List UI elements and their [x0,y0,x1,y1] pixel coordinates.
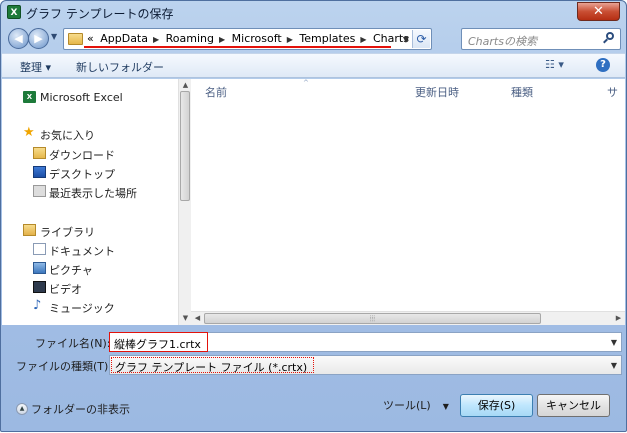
nav-item-videos[interactable]: ビデオ [2,279,178,297]
nav-item-label: ドキュメント [49,245,115,258]
save-chart-template-dialog: X グラフ テンプレートの保存 ✕ ◀ ▶ ▼ « AppData ▶ Roami… [0,0,627,432]
breadcrumb-roaming[interactable]: Roaming [166,32,214,45]
library-icon [23,224,36,236]
nav-item-label: ダウンロード [49,149,115,162]
navigation-bar: ◀ ▶ ▼ « AppData ▶ Roaming ▶ Microsoft ▶ Tem… [1,25,626,53]
address-bar[interactable]: « AppData ▶ Roaming ▶ Microsoft ▶ Templates… [63,28,432,50]
nav-item-microsoft-excel[interactable]: X Microsoft Excel [2,89,178,107]
breadcrumb-templates[interactable]: Templates [299,32,355,45]
documents-icon [33,243,46,255]
new-folder-button[interactable]: 新しいフォルダー [76,59,164,75]
tools-button[interactable]: ツール(L) ▼ [383,397,449,413]
scrollbar-thumb[interactable] [180,91,190,201]
nav-item-label: ライブラリ [40,226,95,239]
download-folder-icon [33,147,46,159]
collapse-icon: ▲ [16,403,28,415]
filetype-label: ファイルの種類(T): [16,360,113,373]
search-icon[interactable] [603,32,615,44]
hide-folders-toggle[interactable]: ▲ フォルダーの非表示 [16,401,130,417]
excel-icon: X [23,91,36,103]
recent-places-icon [33,185,46,197]
nav-item-music[interactable]: ♪ ミュージック [2,298,178,316]
chevron-down-icon[interactable]: ▼ [611,361,617,370]
excel-app-icon: X [7,5,21,19]
column-header-type[interactable]: 種類 [511,84,533,100]
breadcrumb-appdata[interactable]: AppData [100,32,148,45]
nav-item-documents[interactable]: ドキュメント [2,241,178,259]
nav-item-label: 最近表示した場所 [49,187,137,200]
filetype-value: グラフ テンプレート ファイル (*.crtx) [111,357,315,374]
column-header-modified[interactable]: 更新日時 [415,84,459,100]
save-button[interactable]: 保存(S) [460,394,533,417]
refresh-icon[interactable]: ⟳ [412,30,430,48]
window-title: グラフ テンプレートの保存 [26,7,174,21]
nav-item-label: お気に入り [40,129,95,142]
chevron-right-icon[interactable]: ▶ [360,35,366,44]
column-header-name[interactable]: 名前 [205,84,227,100]
cancel-button[interactable]: キャンセル [537,394,610,417]
videos-icon [33,281,46,293]
command-toolbar: 整理 ▾ 新しいフォルダー ☷ ▾ ? [2,53,625,78]
desktop-icon [33,166,46,178]
search-placeholder: Chartsの検索 [468,35,537,48]
help-icon[interactable]: ? [596,58,610,72]
hide-folders-label: フォルダーの非表示 [31,403,130,416]
filename-field[interactable]: 縦棒グラフ1.crtx ▼ [109,332,622,352]
file-list-hscrollbar[interactable]: ◀ ⦙⦙⦙ ▶ [191,311,625,325]
chevron-right-icon[interactable]: ▶ [153,35,159,44]
tools-label: ツール(L) [383,399,431,412]
file-list[interactable]: ^ 名前 更新日時 種類 サ [191,79,625,325]
nav-pane-scrollbar[interactable]: ▲ ▼ [178,79,191,325]
filename-value[interactable]: 縦棒グラフ1.crtx [109,332,208,352]
navigation-pane: X Microsoft Excel ★ お気に入り ダウンロード デスクトップ … [2,79,180,325]
search-input[interactable]: Chartsの検索 [461,28,621,50]
organize-button[interactable]: 整理 ▾ [20,59,51,75]
save-options-area: ファイル名(N): 縦棒グラフ1.crtx ▼ ファイルの種類(T): グラフ … [1,326,626,433]
scrollbar-thumb[interactable]: ⦙⦙⦙ [204,313,541,324]
nav-item-label: Microsoft Excel [40,91,123,104]
address-dropdown-icon[interactable]: ▼ [403,35,409,44]
music-icon: ♪ [33,298,42,313]
filename-label: ファイル名(N): [35,337,111,350]
folder-icon [68,33,83,45]
nav-item-label: デスクトップ [49,168,115,181]
chevron-right-icon[interactable]: ▶ [287,35,293,44]
star-icon: ★ [23,125,35,140]
recent-pages-dropdown[interactable]: ▼ [51,32,57,41]
forward-button[interactable]: ▶ [28,28,49,49]
scroll-left-icon[interactable]: ◀ [191,312,204,325]
breadcrumb-overflow[interactable]: « [87,32,94,45]
pictures-icon [33,262,46,274]
nav-item-recent-places[interactable]: 最近表示した場所 [2,183,178,201]
filetype-select[interactable]: グラフ テンプレート ファイル (*.crtx) ▼ [109,355,622,375]
nav-item-downloads[interactable]: ダウンロード [2,145,178,163]
nav-item-label: ビデオ [49,283,82,296]
chevron-down-icon: ▼ [442,402,449,411]
nav-item-desktop[interactable]: デスクトップ [2,164,178,182]
breadcrumb-microsoft[interactable]: Microsoft [232,32,282,45]
nav-item-favorites[interactable]: ★ お気に入り [2,125,178,143]
view-options-icon[interactable]: ☷ ▾ [545,58,564,71]
highlight-underline [84,46,391,48]
sort-indicator-icon: ^ [303,79,309,87]
breadcrumb: « AppData ▶ Roaming ▶ Microsoft ▶ Templates… [87,32,412,45]
nav-item-label: ピクチャ [49,264,93,277]
chevron-right-icon[interactable]: ▶ [219,35,225,44]
close-button[interactable]: ✕ [577,2,620,21]
back-button[interactable]: ◀ [8,28,29,49]
filename-dropdown-icon[interactable]: ▼ [611,338,617,347]
scroll-right-icon[interactable]: ▶ [612,312,625,325]
nav-item-label: ミュージック [49,302,115,315]
title-bar: X グラフ テンプレートの保存 ✕ [1,1,626,25]
nav-item-libraries[interactable]: ライブラリ [2,222,178,240]
column-header-size[interactable]: サ [607,84,618,100]
nav-item-pictures[interactable]: ピクチャ [2,260,178,278]
